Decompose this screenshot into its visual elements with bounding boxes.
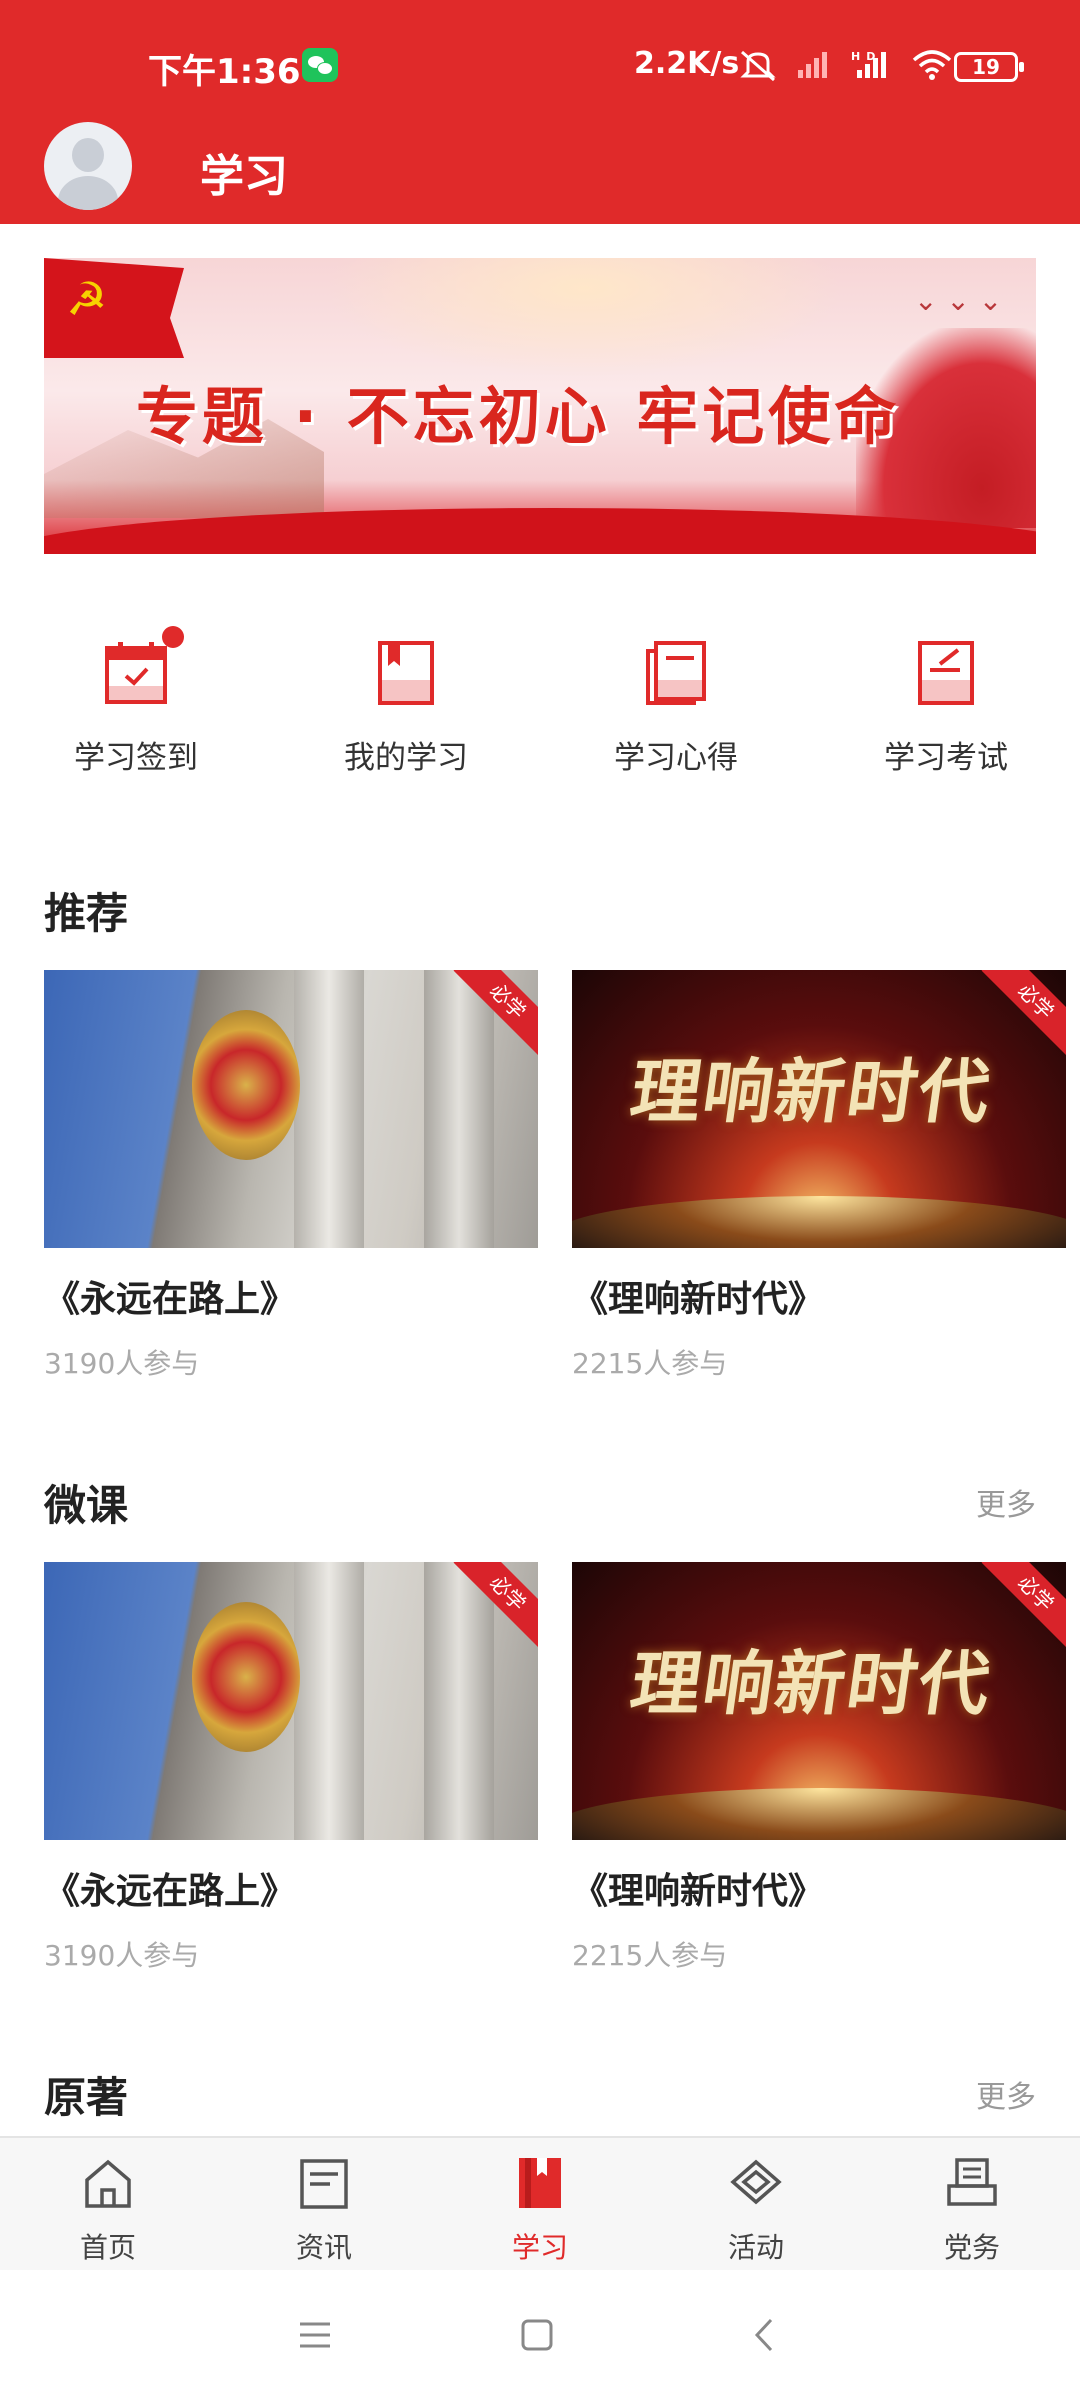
participant-count: 2215人参与	[572, 1347, 728, 1380]
course-card[interactable]: 理响新时代 必学 《理响新时代》 2215人参与	[572, 970, 1066, 1382]
nav-item-party-affairs[interactable]: 党务	[864, 2138, 1080, 2272]
party-flag-icon	[44, 258, 184, 358]
mute-icon	[740, 50, 776, 81]
topic-banner[interactable]: ☭ ⌄ ⌄ ⌄ 专题 · 不忘初心 牢记使命	[44, 258, 1036, 554]
page-title: 学习	[200, 151, 288, 202]
nav-item-news[interactable]: 资讯	[216, 2138, 432, 2272]
hammer-sickle-icon: ☭	[66, 272, 108, 326]
more-link[interactable]: 更多	[976, 2072, 1036, 2116]
book-bookmark-icon	[378, 641, 434, 705]
nav-label: 党务	[943, 2231, 1000, 2264]
course-title: 《永远在路上》	[44, 1279, 297, 1320]
course-title: 《理响新时代》	[572, 1279, 825, 1320]
nav-label: 资讯	[295, 2231, 352, 2264]
activity-icon	[730, 2159, 782, 2205]
quick-entry-label: 我的学习	[344, 740, 468, 776]
quick-entry-checkin[interactable]: 学习签到	[26, 620, 246, 780]
quick-entry-grid: 学习签到 我的学习 学习心得 学习考试	[0, 620, 1080, 780]
section-title-micro: 微课	[44, 1481, 129, 1530]
participant-count: 3190人参与	[44, 1939, 200, 1972]
network-speed: 2.2K/s	[634, 46, 740, 81]
notebook-icon	[646, 641, 706, 705]
national-emblem-graphic	[192, 1010, 300, 1160]
national-emblem-graphic	[192, 1602, 300, 1752]
thumbnail-title-text: 理响新时代	[625, 1643, 997, 1725]
section-title-original: 原著	[44, 2073, 129, 2122]
course-title: 《永远在路上》	[44, 1871, 297, 1912]
course-thumbnail: 理响新时代 必学	[572, 970, 1066, 1248]
course-card[interactable]: 必学 《永远在路上》 3190人参与	[44, 970, 538, 1382]
participant-count: 3190人参与	[44, 1347, 200, 1380]
more-link[interactable]: 更多	[976, 1480, 1036, 1524]
quick-entry-label: 学习考试	[884, 740, 1008, 776]
system-nav-bar	[0, 2270, 1080, 2400]
course-thumbnail: 必学	[44, 970, 538, 1248]
quick-entry-notes[interactable]: 学习心得	[566, 620, 786, 780]
course-thumbnail: 必学	[44, 1562, 538, 1840]
birds-graphic: ⌄ ⌄ ⌄	[914, 284, 1003, 317]
quick-entry-exam[interactable]: 学习考试	[836, 620, 1056, 780]
notification-badge	[162, 626, 184, 648]
wechat-notification-icon	[302, 48, 338, 82]
section-title-recommend: 推荐	[44, 889, 129, 938]
wifi-icon	[913, 49, 952, 80]
status-time: 下午1:36	[148, 52, 301, 92]
app-header: 下午1:36 2.2K/s HD 19 学习	[0, 0, 1080, 224]
banner-title: 专题 · 不忘初心 牢记使命	[136, 380, 901, 453]
study-book-icon	[519, 2158, 561, 2208]
signal-empty-icon	[798, 51, 828, 78]
avatar[interactable]	[44, 122, 132, 210]
quick-entry-label: 学习签到	[74, 740, 198, 776]
signal-hd-icon: HD	[851, 50, 886, 78]
nav-item-study[interactable]: 学习	[432, 2138, 648, 2272]
course-thumbnail: 理响新时代 必学	[572, 1562, 1066, 1840]
quick-entry-label: 学习心得	[614, 740, 738, 776]
course-card[interactable]: 理响新时代 必学 《理响新时代》 2215人参与	[572, 1562, 1066, 1974]
course-title: 《理响新时代》	[572, 1871, 825, 1912]
menu-icon[interactable]	[290, 2310, 340, 2360]
signal-icons: HD	[738, 46, 953, 82]
participant-count: 2215人参与	[572, 1939, 728, 1972]
bottom-nav: 首页 资讯 学习 活动 党务	[0, 2136, 1080, 2270]
party-affairs-icon	[947, 2158, 997, 2206]
calendar-check-icon	[105, 642, 167, 704]
status-bar: 下午1:36 2.2K/s HD 19	[0, 0, 1080, 118]
home-square-icon[interactable]	[512, 2310, 562, 2360]
exam-edit-icon	[918, 641, 974, 705]
battery-icon: 19	[954, 52, 1024, 82]
thumbnail-title-text: 理响新时代	[625, 1051, 997, 1133]
nav-label: 首页	[79, 2231, 136, 2264]
course-card[interactable]: 必学 《永远在路上》 3190人参与	[44, 1562, 538, 1974]
nav-item-activity[interactable]: 活动	[648, 2138, 864, 2272]
nav-label: 学习	[511, 2231, 568, 2264]
news-icon	[300, 2159, 348, 2209]
nav-item-home[interactable]: 首页	[0, 2138, 216, 2272]
nav-label: 活动	[727, 2231, 784, 2264]
home-icon	[85, 2159, 131, 2208]
quick-entry-my-study[interactable]: 我的学习	[296, 620, 516, 780]
back-icon[interactable]	[740, 2310, 790, 2360]
